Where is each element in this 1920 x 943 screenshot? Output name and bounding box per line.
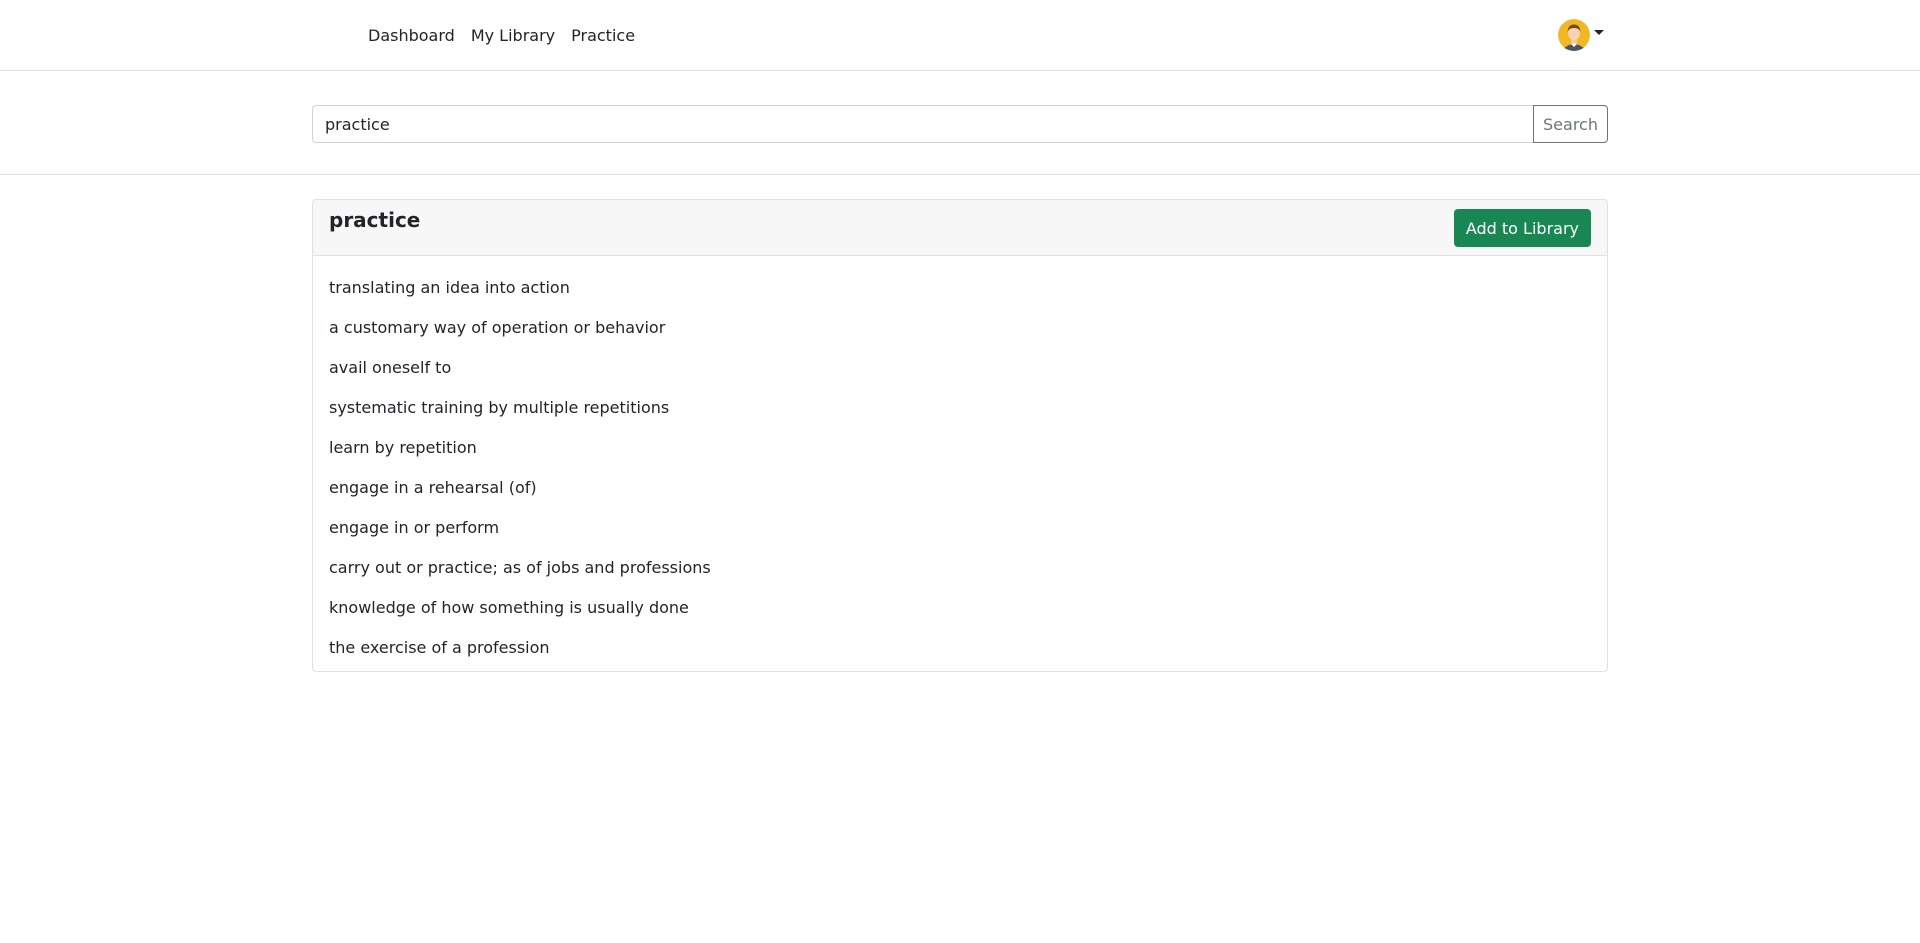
definition-item: engage in or perform [329,518,500,537]
definition-list: translating an idea into action a custom… [313,256,1607,668]
add-to-library-button[interactable]: Add to Library [1453,209,1591,247]
word-title: practice [329,208,421,232]
nav-practice-link[interactable]: Practice [571,26,635,45]
nav-links: Dashboard My Library Practice [368,0,635,70]
top-navbar: Dashboard My Library Practice [0,0,1920,71]
nav-my-library-link[interactable]: My Library [471,26,555,45]
user-menu-toggle[interactable] [1558,18,1604,52]
definition-item: engage in a rehearsal (of) [329,478,537,497]
definition-item: avail oneself to [329,358,452,377]
chevron-down-icon [1594,29,1604,35]
definition-item: translating an idea into action [329,278,570,297]
definition-item: systematic training by multiple repetiti… [329,398,670,417]
definition-item: learn by repetition [329,438,477,457]
definition-item: carry out or practice; as of jobs and pr… [329,558,711,577]
nav-dashboard-link[interactable]: Dashboard [368,26,455,45]
user-avatar-icon [1558,19,1590,51]
definition-item: a customary way of operation or behavior [329,318,666,337]
definition-item: knowledge of how something is usually do… [329,598,689,617]
search-input[interactable] [312,105,1533,143]
word-result-card: practice Add to Library translating an i… [312,199,1608,672]
card-header: practice Add to Library [313,200,1607,256]
search-button[interactable]: Search [1533,105,1608,143]
definition-item: the exercise of a profession [329,638,550,657]
search-section: Search [0,71,1920,175]
